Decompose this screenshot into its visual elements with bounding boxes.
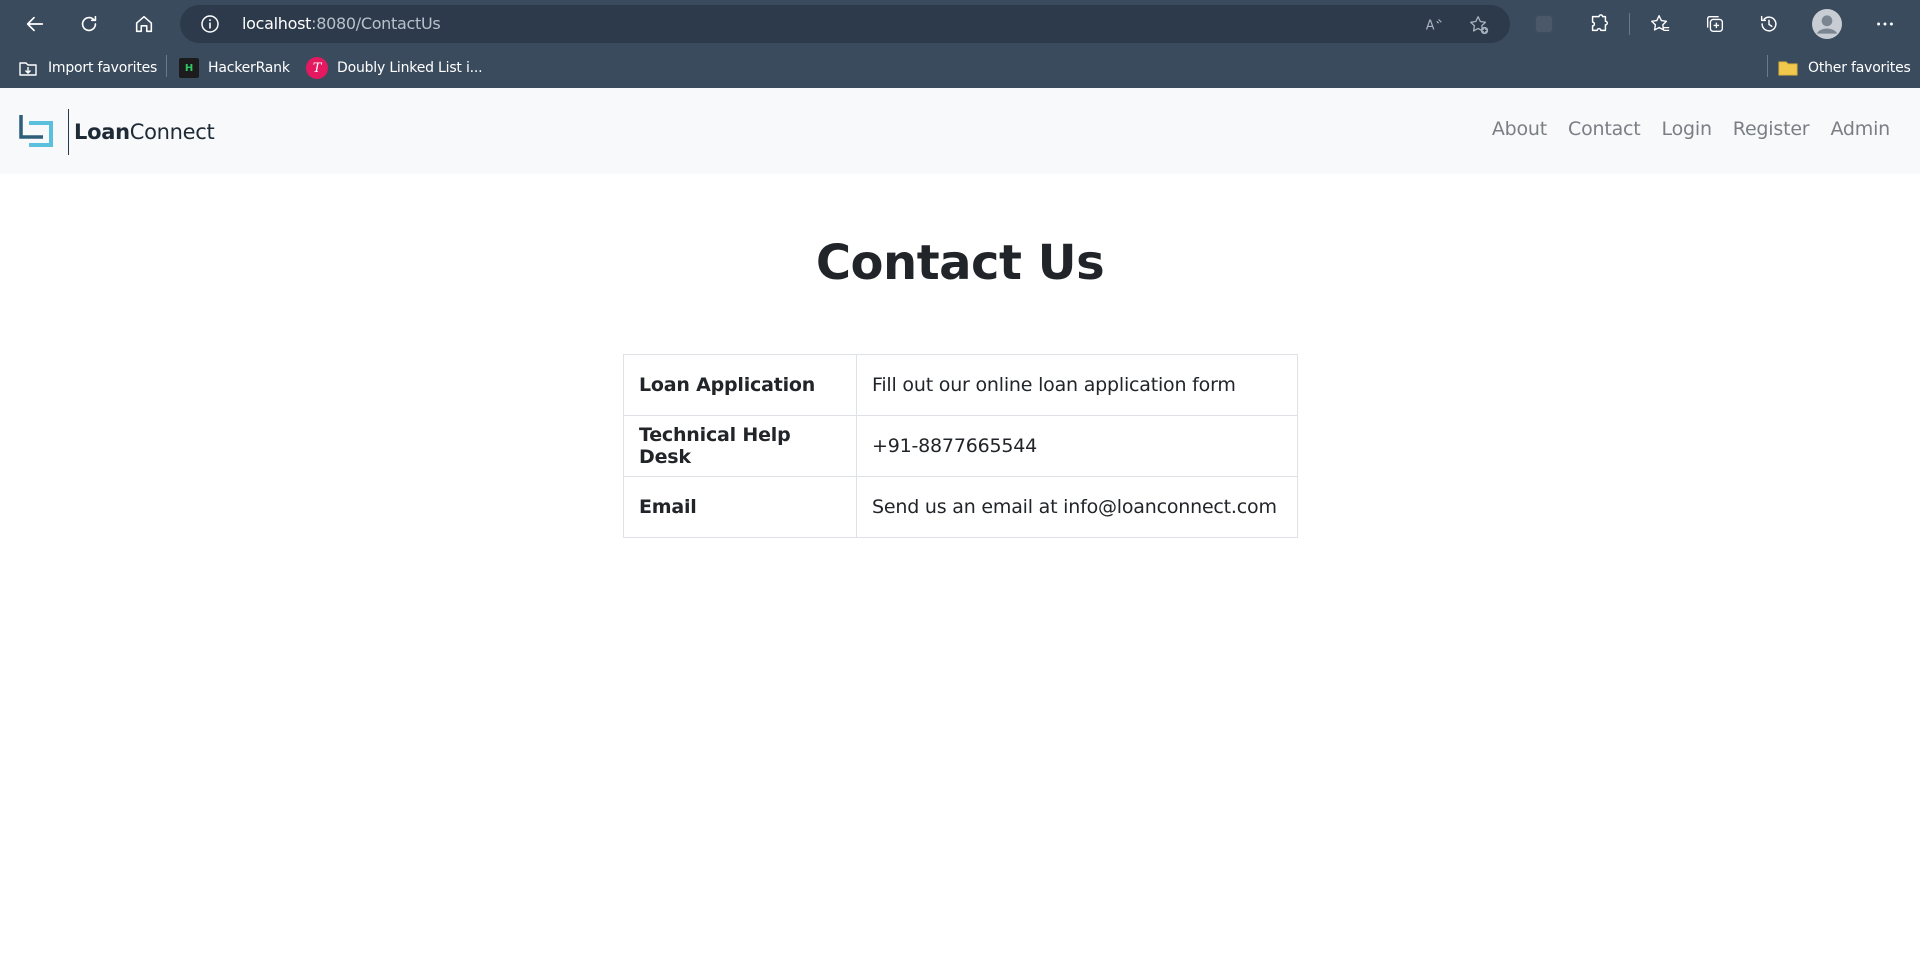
brand-name: LoanConnect (74, 120, 215, 144)
browser-chrome: localhost:8080/ContactUs A Import favori… (0, 0, 1920, 88)
favorite-label: Doubly Linked List i... (337, 60, 483, 76)
nav-admin[interactable]: Admin (1830, 118, 1890, 140)
table-row: Technical Help Desk +91-8877665544 (623, 415, 1298, 477)
favorite-other-folder[interactable]: Other favorites (1777, 57, 1911, 79)
brand-name-bold: Loan (74, 120, 130, 144)
hackerrank-icon: H (179, 58, 199, 78)
nav-contact[interactable]: Contact (1568, 118, 1641, 140)
url-path: :8080/ContactUs (311, 14, 441, 33)
row-label: Loan Application (623, 354, 857, 416)
collections-button[interactable] (1698, 7, 1732, 41)
address-bar[interactable]: localhost:8080/ContactUs A (180, 5, 1510, 43)
back-arrow-icon (26, 16, 44, 32)
home-button[interactable] (127, 7, 161, 41)
nav-links: About Contact Login Register Admin (1492, 118, 1890, 140)
puzzle-icon (1591, 14, 1608, 32)
site-info-icon[interactable] (200, 14, 220, 34)
other-favorites-label: Other favorites (1808, 60, 1911, 76)
table-row: Loan Application Fill out our online loa… (623, 354, 1298, 416)
refresh-icon (81, 15, 97, 32)
back-button[interactable] (18, 7, 52, 41)
page-title: Contact Us (815, 235, 1105, 291)
favorites-star-icon (1651, 15, 1670, 32)
home-icon (135, 15, 153, 33)
favorite-hackerrank[interactable]: H HackerRank (179, 57, 290, 79)
favorites-button[interactable] (1643, 7, 1677, 41)
loanconnect-logo-icon (19, 115, 53, 147)
row-value: +91-8877665544 (856, 415, 1298, 477)
contact-table: Loan Application Fill out our online loa… (623, 354, 1298, 538)
nav-register[interactable]: Register (1733, 118, 1810, 140)
nav-about[interactable]: About (1492, 118, 1547, 140)
row-value: Send us an email at info@loanconnect.com (856, 476, 1298, 538)
toolbar-divider (1629, 13, 1630, 35)
more-dots-icon (1877, 22, 1893, 26)
table-row: Email Send us an email at info@loanconne… (623, 476, 1298, 538)
url-host: localhost (242, 14, 312, 33)
favorites-divider (166, 55, 167, 77)
t-logo-icon: T (306, 57, 328, 79)
row-label: Email (623, 476, 857, 538)
favorites-divider (1767, 55, 1768, 77)
browser-toolbar: localhost:8080/ContactUs A (0, 0, 1920, 48)
row-label: Technical Help Desk (623, 415, 857, 477)
svg-text:A: A (1426, 19, 1435, 34)
refresh-button[interactable] (72, 7, 106, 41)
avatar-icon (1812, 9, 1842, 39)
folder-icon (1778, 61, 1798, 76)
brand-divider (68, 109, 69, 155)
add-favorite-icon[interactable] (1468, 14, 1490, 36)
read-aloud-icon[interactable]: A (1423, 14, 1445, 36)
site-navbar: LoanConnect About Contact Login Register… (0, 88, 1920, 174)
extensions-button[interactable] (1582, 7, 1616, 41)
extension-button[interactable] (1527, 7, 1561, 41)
profile-button[interactable] (1810, 7, 1844, 41)
favorite-doubly-linked-list[interactable]: T Doubly Linked List i... (306, 57, 483, 79)
favorites-bar: Import favorites H HackerRank T Doubly L… (0, 48, 1920, 88)
brand-name-light: Connect (129, 120, 215, 144)
settings-menu-button[interactable] (1868, 7, 1902, 41)
url-text[interactable]: localhost:8080/ContactUs (242, 14, 441, 33)
brand-logo-link[interactable]: LoanConnect (18, 108, 215, 156)
favorite-label: Import favorites (48, 60, 158, 76)
extension-placeholder-icon (1535, 15, 1553, 33)
history-icon (1760, 15, 1777, 32)
nav-login[interactable]: Login (1662, 118, 1712, 140)
history-button[interactable] (1752, 7, 1786, 41)
row-value: Fill out our online loan application for… (856, 354, 1298, 416)
collections-icon (1706, 15, 1724, 33)
favorite-label: HackerRank (208, 60, 290, 76)
import-icon (19, 62, 37, 76)
favorite-import[interactable]: Import favorites (17, 57, 157, 79)
